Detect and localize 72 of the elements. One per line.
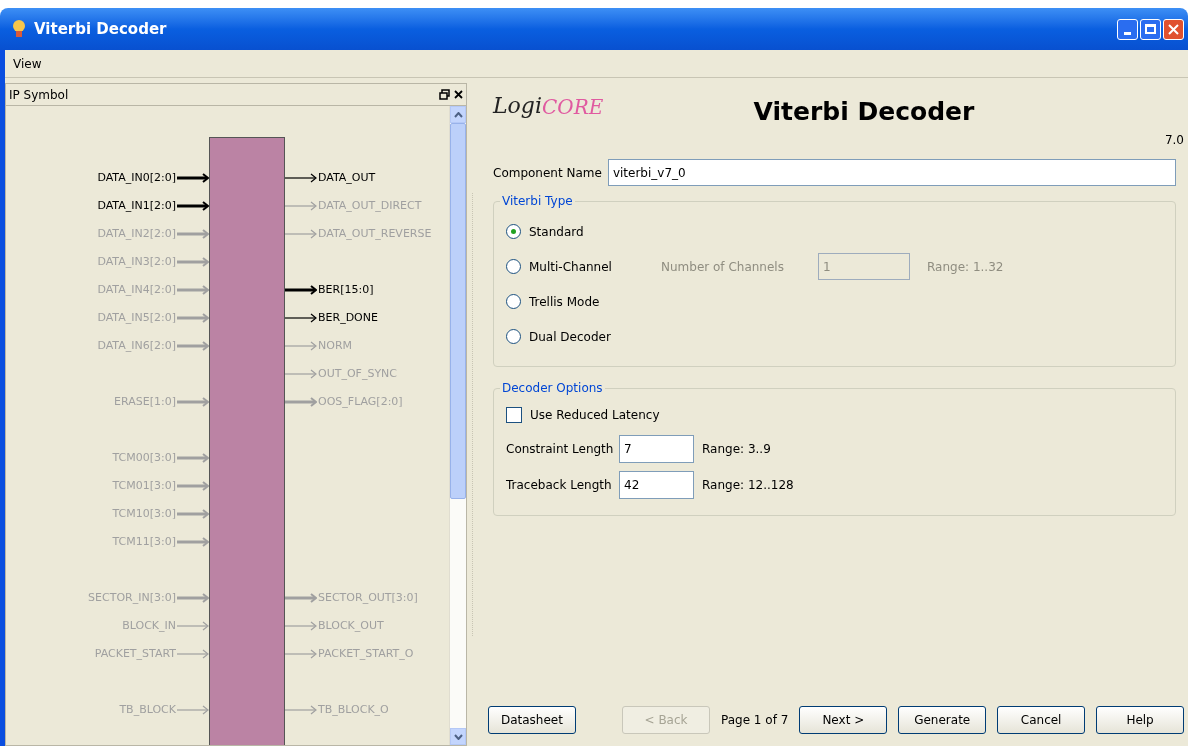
pin-label: BLOCK_IN bbox=[122, 617, 176, 634]
pin-label: DATA_IN6[2:0] bbox=[97, 337, 176, 354]
group-title: Viterbi Type bbox=[501, 193, 574, 210]
restore-icon[interactable] bbox=[439, 89, 450, 100]
pin-label: DATA_IN2[2:0] bbox=[97, 225, 176, 242]
pin-label: PACKET_START bbox=[94, 645, 176, 662]
radio-button[interactable] bbox=[506, 259, 521, 274]
pin-label: BER_DONE bbox=[318, 309, 378, 326]
pin-label: BER[15:0] bbox=[318, 281, 374, 298]
dialog-button[interactable]: Datasheet bbox=[488, 706, 576, 734]
pin-label: ERASE[1:0] bbox=[114, 393, 176, 410]
pin-label: BLOCK_OUT bbox=[318, 617, 384, 634]
number-field[interactable]: 7 bbox=[619, 435, 694, 463]
menu-item[interactable]: View bbox=[11, 54, 44, 73]
pin-label: PACKET_START_O bbox=[318, 645, 414, 662]
pin-label: NORM bbox=[318, 337, 353, 354]
scroll-up-icon[interactable] bbox=[453, 111, 463, 118]
field-label: Component Name bbox=[493, 164, 602, 182]
pin-label: DATA_IN1[2:0] bbox=[97, 197, 176, 214]
number-field[interactable]: 42 bbox=[619, 471, 694, 499]
window-title: Viterbi Decoder bbox=[34, 18, 168, 40]
dialog-button[interactable]: Next > bbox=[799, 706, 888, 734]
radio-button[interactable] bbox=[506, 224, 521, 239]
lightbulb-icon bbox=[12, 19, 26, 39]
dialog-button[interactable]: Cancel bbox=[997, 706, 1086, 734]
pin-label: DATA_IN4[2:0] bbox=[97, 281, 176, 298]
dialog-button[interactable]: Generate bbox=[898, 706, 987, 734]
pin-label: OUT_OF_SYNC bbox=[318, 365, 398, 382]
pin-label: SECTOR_OUT[3:0] bbox=[318, 589, 418, 606]
pin-label: DATA_IN0[2:0] bbox=[97, 169, 176, 186]
group-title: Decoder Options bbox=[501, 380, 604, 397]
minimize-button[interactable] bbox=[1117, 18, 1138, 40]
panel-title: IP Symbol bbox=[9, 86, 70, 104]
version-label: 7.0 bbox=[1164, 132, 1184, 149]
radio-label[interactable]: Trellis Mode bbox=[529, 292, 600, 311]
checkbox[interactable] bbox=[506, 407, 522, 423]
radio-button[interactable] bbox=[506, 294, 521, 309]
range-label: Range: 12..128 bbox=[702, 477, 794, 494]
scroll-down-icon[interactable] bbox=[453, 733, 463, 740]
range-label: Range: 3..9 bbox=[702, 441, 771, 458]
pin-label: TCM11[3:0] bbox=[112, 533, 176, 550]
pin-label: DATA_IN5[2:0] bbox=[97, 309, 176, 326]
range-label: Range: 1..32 bbox=[927, 258, 1004, 276]
radio-label[interactable]: Standard bbox=[529, 222, 584, 241]
maximize-button[interactable] bbox=[1140, 18, 1161, 40]
pin-label: DATA_OUT bbox=[318, 169, 376, 186]
pin-label: TCM10[3:0] bbox=[112, 505, 176, 522]
field-label: Traceback Length bbox=[506, 477, 613, 494]
radio-label[interactable]: Dual Decoder bbox=[529, 327, 611, 346]
pin-label: TB_BLOCK bbox=[119, 701, 176, 718]
close-icon[interactable] bbox=[454, 90, 463, 99]
pin-label: TCM01[3:0] bbox=[112, 477, 176, 494]
pin-label: DATA_OUT_REVERSE bbox=[318, 225, 432, 242]
dialog-button[interactable]: Help bbox=[1096, 706, 1184, 734]
pin-label: DATA_IN3[2:0] bbox=[97, 253, 176, 270]
pin-label: DATA_OUT_DIRECT bbox=[318, 197, 422, 214]
close-icon bbox=[1168, 23, 1179, 35]
close-button[interactable] bbox=[1163, 18, 1184, 40]
component-name-field[interactable]: viterbi_v7_0 bbox=[607, 159, 1176, 186]
pin-label: SECTOR_IN[3:0] bbox=[88, 589, 176, 606]
logo: LogiCORE bbox=[493, 92, 605, 121]
pin-label: OOS_FLAG[2:0] bbox=[318, 393, 403, 410]
checkbox-label[interactable]: Use Reduced Latency bbox=[530, 406, 660, 424]
page-title: Viterbi Decoder bbox=[752, 96, 976, 128]
field-label: Constraint Length bbox=[506, 441, 615, 458]
scrollbar[interactable] bbox=[449, 106, 466, 745]
pin-label: TB_BLOCK_O bbox=[318, 701, 389, 718]
pin-label: TCM00[3:0] bbox=[112, 449, 176, 466]
radio-label[interactable]: Multi-Channel bbox=[529, 257, 612, 276]
page-indicator: Page 1 of 7 bbox=[721, 712, 789, 729]
field-label: Number of Channels bbox=[661, 258, 785, 276]
radio-button[interactable] bbox=[506, 329, 521, 344]
